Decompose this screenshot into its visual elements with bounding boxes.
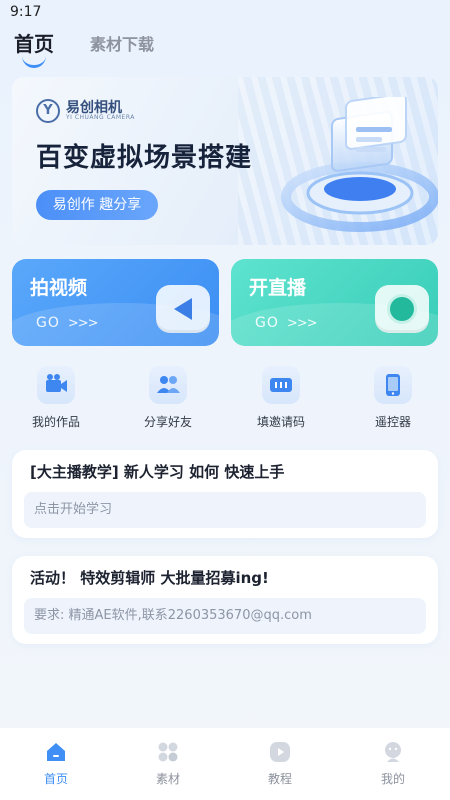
top-tabs: 首页 素材下载 xyxy=(0,26,450,70)
logo-icon: Y xyxy=(36,99,60,123)
live-dot-icon xyxy=(375,285,429,333)
logo-subtext: YI CHUANG CAMERA xyxy=(66,114,135,121)
home-icon xyxy=(44,740,68,764)
tab-materials[interactable]: 素材下载 xyxy=(90,31,154,55)
promo-banner[interactable]: Y 易创相机 YI CHUANG CAMERA 百变虚拟场景搭建 易创作 趣分享 xyxy=(12,77,438,245)
nav-materials[interactable]: 素材 xyxy=(138,740,198,787)
nav-label: 我的 xyxy=(380,772,405,786)
play-icon xyxy=(156,285,210,333)
nav-label: 首页 xyxy=(43,772,68,786)
bottom-navigation: 首页 素材 教程 我的 xyxy=(0,728,450,800)
shoot-video-go: GO >>> xyxy=(36,315,99,331)
shoot-video-card[interactable]: 拍视频 GO >>> xyxy=(12,259,219,346)
virtual-scene-illustration-icon xyxy=(281,97,438,232)
tab-active-indicator xyxy=(22,56,46,68)
tab-home[interactable]: 首页 xyxy=(14,28,54,57)
go-label: GO xyxy=(255,315,279,331)
chevrons-icon: >>> xyxy=(286,316,318,331)
shortcut-share-friends[interactable]: 分享好友 xyxy=(128,366,208,430)
banner-title: 百变虚拟场景搭建 xyxy=(36,143,253,173)
start-learning-field[interactable]: 点击开始学习 xyxy=(24,492,426,528)
event-card[interactable]: 活动！ 特效剪辑师 大批量招募ing! 要求: 精通AE软件,联系2260353… xyxy=(12,556,438,644)
nav-home[interactable]: 首页 xyxy=(26,740,86,787)
shortcut-label: 遥控器 xyxy=(374,415,411,429)
code-icon xyxy=(262,366,300,404)
go-live-card[interactable]: 开直播 GO >>> xyxy=(231,259,438,346)
status-bar: 9:17 xyxy=(0,0,450,24)
play-circle-icon xyxy=(268,740,292,764)
go-label: GO xyxy=(36,315,60,331)
nav-profile[interactable]: 我的 xyxy=(363,740,423,787)
shortcut-label: 分享好友 xyxy=(143,415,192,429)
go-live-title: 开直播 xyxy=(249,277,307,299)
banner-pill-button[interactable]: 易创作 趣分享 xyxy=(36,190,158,220)
shortcut-my-works[interactable]: 我的作品 xyxy=(16,366,96,430)
user-face-icon xyxy=(381,740,405,764)
nav-tutorials[interactable]: 教程 xyxy=(250,740,310,787)
shortcut-label: 我的作品 xyxy=(31,415,80,429)
video-camera-icon xyxy=(37,366,75,404)
tutorial-card[interactable]: [大主播教学] 新人学习 如何 快速上手 点击开始学习 xyxy=(12,450,438,538)
shortcut-grid: 我的作品 分享好友 填邀请码 遥控器 xyxy=(0,366,450,436)
shortcut-label: 填邀请码 xyxy=(256,415,305,429)
shortcut-remote[interactable]: 遥控器 xyxy=(353,366,433,430)
event-title: 活动！ 特效剪辑师 大批量招募ing! xyxy=(30,569,269,587)
grid-icon xyxy=(156,740,180,764)
shoot-video-title: 拍视频 xyxy=(30,277,88,299)
tutorial-title: [大主播教学] 新人学习 如何 快速上手 xyxy=(30,463,285,481)
chevrons-icon: >>> xyxy=(67,316,99,331)
nav-label: 教程 xyxy=(267,772,292,786)
nav-label: 素材 xyxy=(155,772,180,786)
phone-icon xyxy=(374,366,412,404)
shortcut-invite-code[interactable]: 填邀请码 xyxy=(241,366,321,430)
event-requirement-field[interactable]: 要求: 精通AE软件,联系2260353670@qq.com xyxy=(24,598,426,634)
go-live-go: GO >>> xyxy=(255,315,318,331)
users-icon xyxy=(149,366,187,404)
status-time: 9:17 xyxy=(10,4,42,20)
